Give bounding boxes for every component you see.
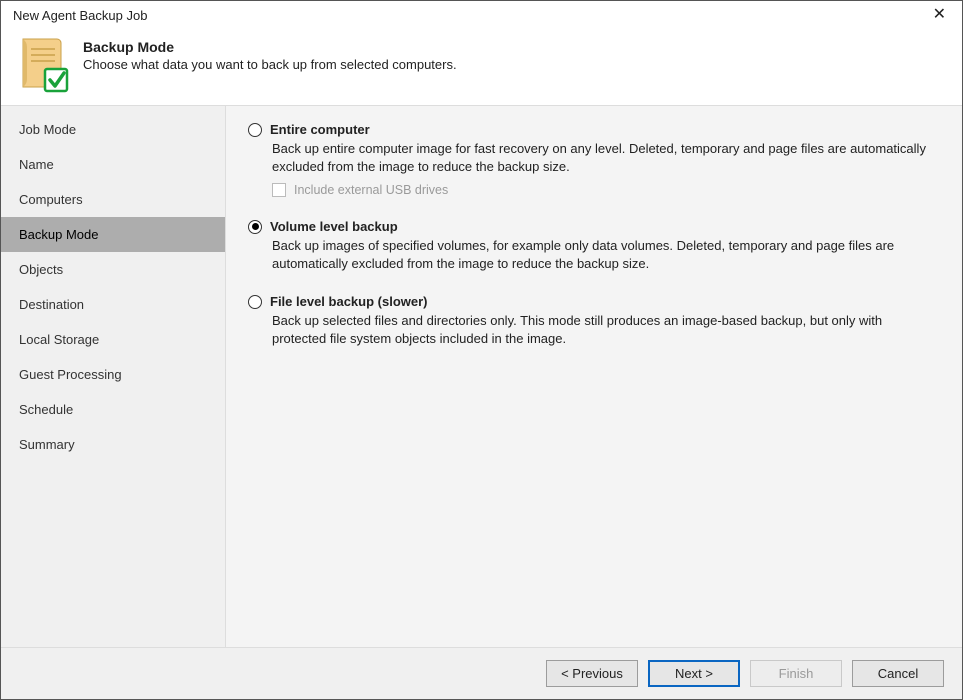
page-subtitle: Choose what data you want to back up fro… <box>83 57 457 72</box>
sidebar-item-job-mode[interactable]: Job Mode <box>1 112 225 147</box>
wizard-body: Job Mode Name Computers Backup Mode Obje… <box>1 106 962 647</box>
wizard-header-text: Backup Mode Choose what data you want to… <box>83 35 457 72</box>
wizard-icon <box>17 35 69 93</box>
checkbox-include-usb: Include external USB drives <box>272 183 940 197</box>
finish-button: Finish <box>750 660 842 687</box>
option-head: Volume level backup <box>248 219 940 234</box>
cancel-button[interactable]: Cancel <box>852 660 944 687</box>
previous-button[interactable]: < Previous <box>546 660 638 687</box>
checkbox-label: Include external USB drives <box>294 183 448 197</box>
option-entire-computer[interactable]: Entire computer Back up entire computer … <box>248 122 940 197</box>
sidebar-item-destination[interactable]: Destination <box>1 287 225 322</box>
option-title: Volume level backup <box>270 219 398 234</box>
sidebar-item-computers[interactable]: Computers <box>1 182 225 217</box>
window-title: New Agent Backup Job <box>13 8 147 23</box>
wizard-header: Backup Mode Choose what data you want to… <box>1 27 962 106</box>
page-title: Backup Mode <box>83 39 457 55</box>
option-file-level[interactable]: File level backup (slower) Back up selec… <box>248 294 940 347</box>
sidebar-item-schedule[interactable]: Schedule <box>1 392 225 427</box>
option-desc: Back up images of specified volumes, for… <box>272 237 932 272</box>
close-icon[interactable]: ✕ <box>927 7 952 23</box>
option-title: Entire computer <box>270 122 370 137</box>
option-volume-level[interactable]: Volume level backup Back up images of sp… <box>248 219 940 272</box>
sidebar-item-guest-processing[interactable]: Guest Processing <box>1 357 225 392</box>
sidebar-item-local-storage[interactable]: Local Storage <box>1 322 225 357</box>
option-title: File level backup (slower) <box>270 294 428 309</box>
sidebar-item-summary[interactable]: Summary <box>1 427 225 462</box>
radio-icon[interactable] <box>248 220 262 234</box>
title-bar: New Agent Backup Job ✕ <box>1 1 962 27</box>
sidebar-item-backup-mode[interactable]: Backup Mode <box>1 217 225 252</box>
option-desc: Back up selected files and directories o… <box>272 312 932 347</box>
option-head: File level backup (slower) <box>248 294 940 309</box>
option-head: Entire computer <box>248 122 940 137</box>
dialog-window: New Agent Backup Job ✕ Backup Mode Choos… <box>0 0 963 700</box>
checkbox-icon <box>272 183 286 197</box>
next-button[interactable]: Next > <box>648 660 740 687</box>
radio-icon[interactable] <box>248 123 262 137</box>
wizard-steps-sidebar: Job Mode Name Computers Backup Mode Obje… <box>1 106 226 647</box>
sidebar-item-objects[interactable]: Objects <box>1 252 225 287</box>
radio-icon[interactable] <box>248 295 262 309</box>
option-desc: Back up entire computer image for fast r… <box>272 140 932 175</box>
sidebar-item-name[interactable]: Name <box>1 147 225 182</box>
wizard-content: Entire computer Back up entire computer … <box>226 106 962 647</box>
wizard-footer: < Previous Next > Finish Cancel <box>1 647 962 699</box>
